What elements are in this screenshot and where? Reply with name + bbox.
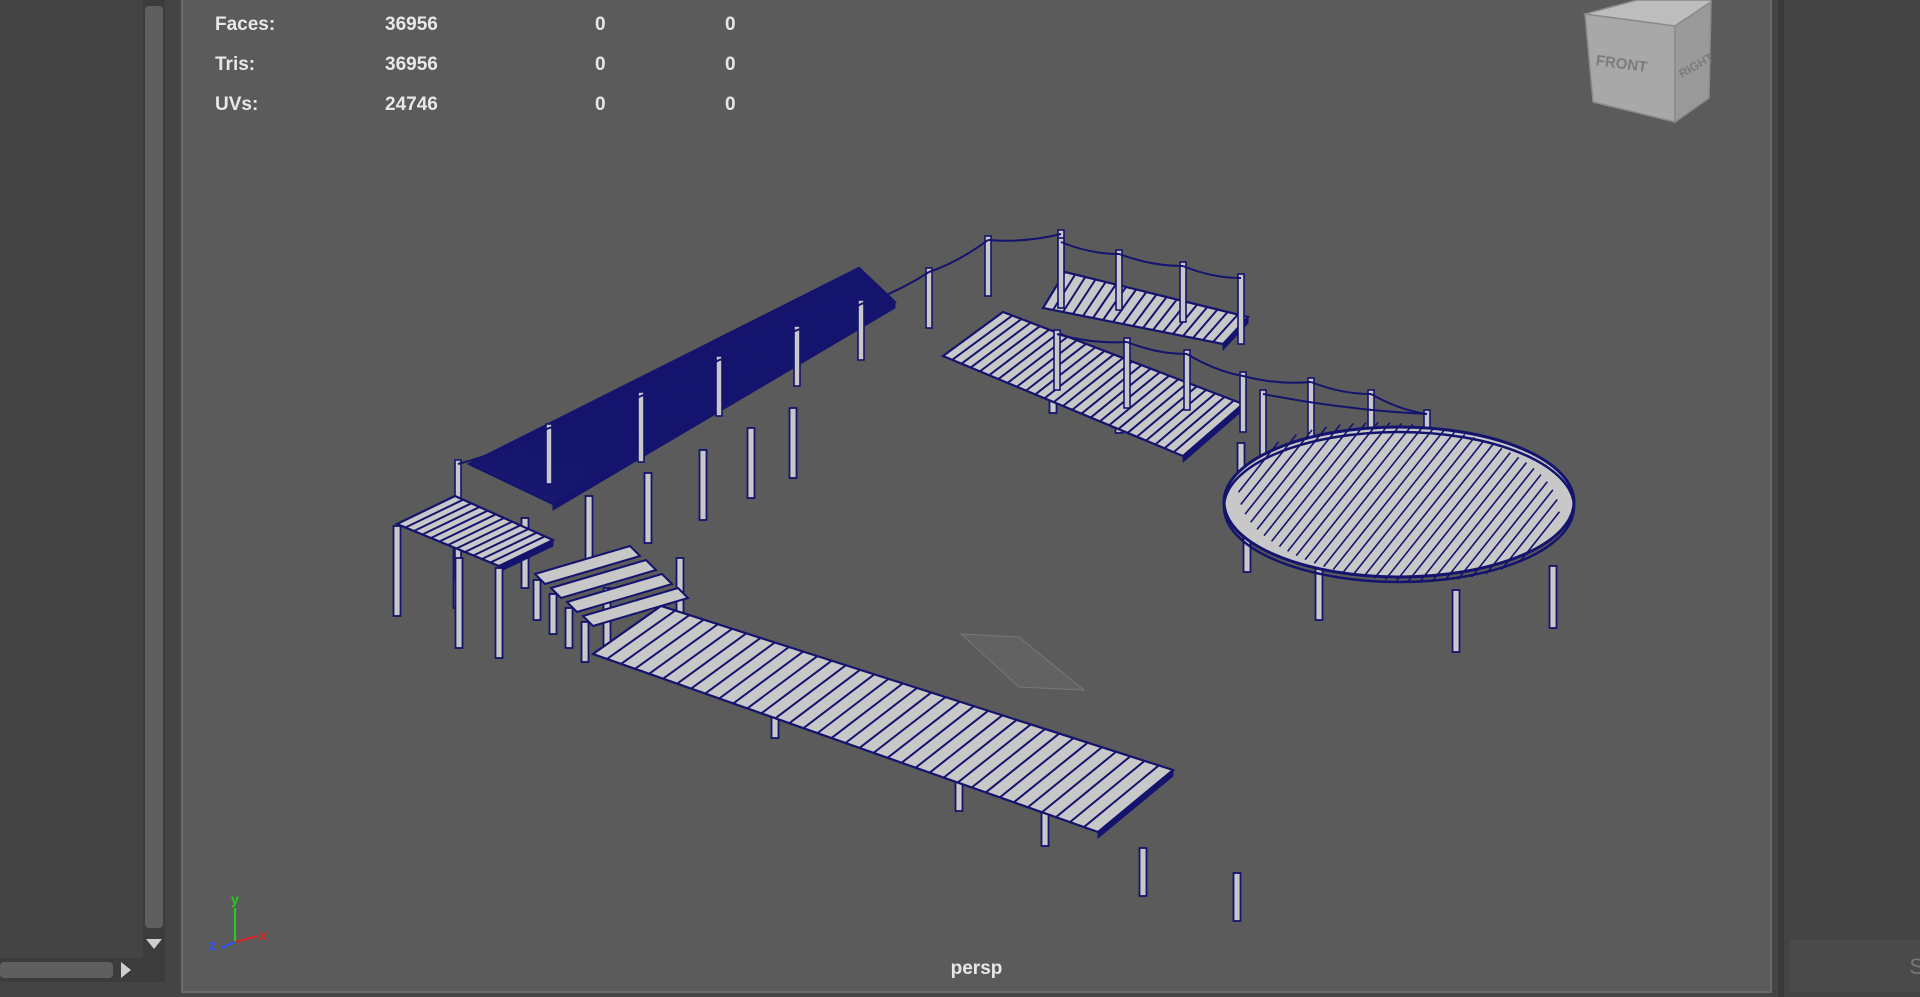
- rope-rail: [1242, 375, 1312, 384]
- support-post: [548, 593, 558, 635]
- support-post: [1232, 872, 1242, 922]
- plank-seam: [506, 282, 876, 483]
- rope-rail: [1182, 265, 1242, 279]
- rope-rail: [987, 233, 1062, 242]
- panel-divider[interactable]: [1778, 0, 1784, 997]
- support-post: [698, 449, 708, 521]
- rail-post: [715, 355, 723, 417]
- plank-seam: [481, 272, 865, 471]
- horizontal-scrollbar-thumb[interactable]: [0, 962, 113, 978]
- plank-seam: [508, 283, 877, 484]
- support-post: [788, 407, 798, 479]
- camera-name-label: persp: [950, 958, 1003, 979]
- rope-rail: [1060, 241, 1120, 255]
- support-post: [643, 472, 653, 544]
- rope-rail: [1118, 253, 1184, 267]
- rail-post: [1053, 329, 1061, 391]
- plank-seam: [537, 295, 890, 498]
- axis-z-label: z: [209, 937, 216, 952]
- ground-grid: [959, 633, 1086, 691]
- plank-seam: [487, 274, 868, 474]
- support-post: [564, 607, 574, 649]
- plank-seam: [485, 273, 867, 473]
- scroll-right-arrow-icon[interactable]: [116, 960, 136, 980]
- rail-post: [1057, 237, 1065, 309]
- axis-x-label: x: [259, 927, 267, 943]
- scroll-down-arrow-icon[interactable]: [144, 936, 164, 952]
- rail-post: [1179, 261, 1187, 323]
- perspective-viewport[interactable]: Faces: 36956 0 0 Tris: 36956 0 0 UVs: 24…: [181, 0, 1772, 993]
- rope-rail: [1186, 353, 1244, 377]
- rail-post: [984, 235, 992, 297]
- plank-seam: [483, 273, 866, 472]
- axis-y-label: y: [231, 891, 239, 907]
- plank-seam: [502, 280, 874, 481]
- plank-seam: [531, 292, 887, 495]
- support-post: [746, 427, 756, 499]
- plank-seam: [512, 284, 879, 486]
- rail-post: [637, 391, 645, 463]
- boardwalk-wireframe-model[interactable]: [183, 0, 1774, 993]
- support-post: [532, 579, 542, 621]
- rail-post: [925, 267, 933, 329]
- platform-post: [1451, 589, 1461, 653]
- plank-seam: [539, 296, 891, 499]
- plank-seam: [516, 286, 881, 488]
- support-post: [392, 525, 402, 617]
- plank-seam: [535, 294, 889, 497]
- rail-post: [1183, 349, 1191, 411]
- walkway-deck-front: [590, 604, 1176, 834]
- axis-gizmo-icon: y x z: [209, 891, 267, 952]
- rope-rail: [1126, 341, 1188, 355]
- right-panel-field-text: S: [1909, 954, 1920, 979]
- rail-post: [545, 423, 553, 485]
- plank-seam: [510, 284, 878, 485]
- platform-post: [1548, 565, 1558, 629]
- right-panel: [1778, 0, 1920, 997]
- right-panel-field[interactable]: S: [1790, 940, 1920, 992]
- support-post: [580, 621, 590, 663]
- rail-post: [857, 299, 865, 361]
- rail-post: [793, 325, 801, 387]
- rope-rail: [1262, 393, 1428, 415]
- support-post: [494, 567, 504, 659]
- rail-post: [1123, 337, 1131, 409]
- support-post: [1138, 847, 1148, 897]
- vertical-scrollbar-thumb[interactable]: [145, 6, 163, 928]
- rope-rail: [1310, 381, 1372, 395]
- support-post: [584, 495, 594, 567]
- plank-seam: [533, 293, 888, 496]
- rail-post: [1115, 249, 1123, 311]
- plank-seam: [504, 281, 875, 482]
- plank-seam: [514, 285, 880, 487]
- rail-post: [1239, 371, 1247, 433]
- rope-rail: [928, 239, 989, 273]
- support-post: [454, 557, 464, 649]
- plank-seam: [529, 291, 886, 494]
- rail-post: [1237, 273, 1245, 345]
- plank-seam: [500, 279, 873, 480]
